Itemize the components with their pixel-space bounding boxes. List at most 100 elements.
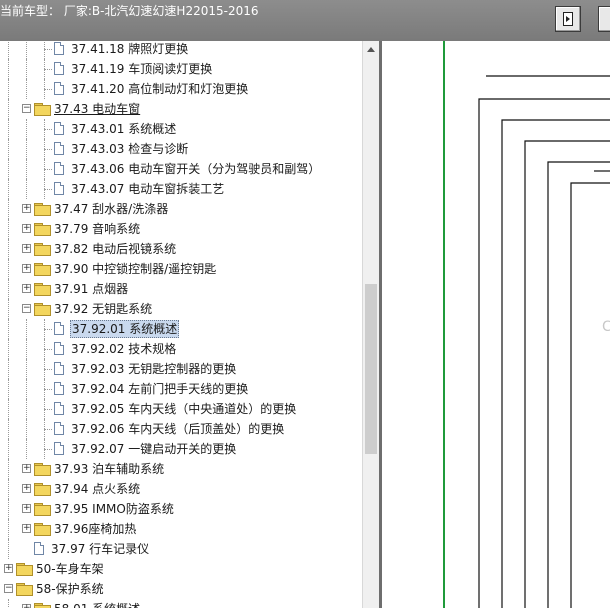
tree-row[interactable]: +37.82 电动后视镜系统 <box>0 239 362 259</box>
expand-icon[interactable]: + <box>4 564 13 573</box>
tree-row[interactable]: +50-车身车架 <box>0 559 362 579</box>
tree-item-label[interactable]: 37.82 电动后视镜系统 <box>53 241 177 257</box>
tree-row[interactable]: 37.92.01 系统概述 <box>0 319 362 339</box>
chapter-tree[interactable]: 37.41.18 牌照灯更换 37.41.19 车顶阅读灯更换 37.41.20 高… <box>0 41 362 608</box>
tree-item-label[interactable]: 37.43.01 系统概述 <box>70 121 177 137</box>
expand-icon[interactable]: + <box>22 484 31 493</box>
tree-row[interactable]: 37.97 行车记录仪 <box>0 539 362 559</box>
tree-guide-line <box>26 339 27 359</box>
tree-item-label[interactable]: 37.92.02 技术规格 <box>70 341 177 357</box>
collapse-icon[interactable]: − <box>22 304 31 313</box>
tree-row[interactable]: 37.41.18 牌照灯更换 <box>0 41 362 59</box>
expand-icon[interactable]: + <box>22 264 31 273</box>
tree-branch-line <box>44 189 52 190</box>
tree-item-label[interactable]: 37.92.04 左前门把手天线的更换 <box>70 381 249 397</box>
navigate-button[interactable] <box>555 6 581 32</box>
tree-row[interactable]: 37.43.07 电动车窗拆装工艺 <box>0 179 362 199</box>
tree-row[interactable]: 37.92.04 左前门把手天线的更换 <box>0 379 362 399</box>
tree-row[interactable]: +37.79 音响系统 <box>0 219 362 239</box>
tree-item-label[interactable]: 37.41.18 牌照灯更换 <box>70 41 189 57</box>
tree-item-label[interactable]: 37.92 无钥匙系统 <box>53 301 153 317</box>
tree-item-label[interactable]: 37.95 IMMO防盗系统 <box>53 501 175 517</box>
tree-item-label[interactable]: 37.96座椅加热 <box>53 521 137 537</box>
tree-item-label[interactable]: 37.43.06 电动车窗开关（分为驾驶员和副驾） <box>70 161 321 177</box>
tree-row[interactable]: 37.43.06 电动车窗开关（分为驾驶员和副驾） <box>0 159 362 179</box>
expand-icon[interactable]: + <box>22 464 31 473</box>
tree-row[interactable]: +37.96座椅加热 <box>0 519 362 539</box>
tree-row[interactable]: +37.90 中控锁控制器/遥控钥匙 <box>0 259 362 279</box>
tree-item-label[interactable]: 37.94 点火系统 <box>53 481 141 497</box>
tree-item-label[interactable]: 37.41.20 高位制动灯和灯泡更换 <box>70 81 249 97</box>
tree-item-label[interactable]: 37.97 行车记录仪 <box>50 541 150 557</box>
tree-item-label[interactable]: 37.92.01 系统概述 <box>70 320 180 338</box>
tree-row[interactable]: 37.41.20 高位制动灯和灯泡更换 <box>0 79 362 99</box>
tree-guide-line <box>26 399 27 419</box>
tree-row[interactable]: +37.91 点烟器 <box>0 279 362 299</box>
tree-item-label[interactable]: 37.92.03 无钥匙控制器的更换 <box>70 361 237 377</box>
tree-row[interactable]: 37.43.01 系统概述 <box>0 119 362 139</box>
tree-item-label[interactable]: 58.01 系统概述 <box>53 601 141 608</box>
tree-item-label[interactable]: 37.92.06 车内天线（后顶盖处）的更换 <box>70 421 285 437</box>
tree-item-label[interactable]: 37.91 点烟器 <box>53 281 129 297</box>
tree-item-label[interactable]: 37.90 中控锁控制器/遥控钥匙 <box>53 261 217 277</box>
tree-row[interactable]: 37.43.03 检查与诊断 <box>0 139 362 159</box>
diagram-text-fragment: C <box>602 319 610 335</box>
tree-guide-line <box>8 479 9 499</box>
tree-guide-line <box>8 439 9 459</box>
tree-row[interactable]: 37.92.05 车内天线（中央通道处）的更换 <box>0 399 362 419</box>
tree-item-label[interactable]: 37.47 刮水器/洗涤器 <box>53 201 169 217</box>
tree-branch-line <box>44 329 52 330</box>
document-icon <box>54 402 64 415</box>
tree-item-label[interactable]: 37.43 电动车窗 <box>53 101 141 117</box>
tree-row[interactable]: 37.92.06 车内天线（后顶盖处）的更换 <box>0 419 362 439</box>
tree-item-label[interactable]: 37.92.05 车内天线（中央通道处）的更换 <box>70 401 297 417</box>
tree-row[interactable]: +37.47 刮水器/洗涤器 <box>0 199 362 219</box>
tree-row[interactable]: +58.01 系统概述 <box>0 599 362 608</box>
tree-row[interactable]: 37.92.07 一键启动开关的更换 <box>0 439 362 459</box>
tree-guide-line <box>8 239 9 259</box>
folder-icon <box>34 283 51 296</box>
tree-row[interactable]: − 58-保护系统 <box>0 579 362 599</box>
tree-row[interactable]: − 37.92 无钥匙系统 <box>0 299 362 319</box>
tree-branch-line <box>44 89 52 90</box>
tree-guide-line <box>8 119 9 139</box>
diagram-frame-3 <box>524 140 610 608</box>
expand-icon[interactable]: + <box>22 204 31 213</box>
expand-icon[interactable]: + <box>22 224 31 233</box>
tree-row[interactable]: +37.94 点火系统 <box>0 479 362 499</box>
tree-item-label[interactable]: 37.43.03 检查与诊断 <box>70 141 189 157</box>
tree-guide-line <box>26 41 27 59</box>
document-icon <box>54 322 64 335</box>
expand-icon[interactable]: + <box>22 524 31 533</box>
tree-guide-line <box>26 79 27 99</box>
tree-scrollbar[interactable] <box>362 41 379 608</box>
tree-row[interactable]: +37.95 IMMO防盗系统 <box>0 499 362 519</box>
tree-item-label[interactable]: 37.92.07 一键启动开关的更换 <box>70 441 237 457</box>
tree-branch-line <box>44 349 52 350</box>
tree-guide-line <box>26 379 27 399</box>
expand-icon[interactable]: + <box>22 604 31 608</box>
tree-item-label[interactable]: 50-车身车架 <box>35 561 105 577</box>
tree-item-label[interactable]: 37.41.19 车顶阅读灯更换 <box>70 61 213 77</box>
expand-icon[interactable]: + <box>22 244 31 253</box>
tree-branch-line <box>44 369 52 370</box>
tree-row[interactable]: 37.92.02 技术规格 <box>0 339 362 359</box>
tree-item-label[interactable]: 58-保护系统 <box>35 581 105 597</box>
tree-row[interactable]: − 37.43 电动车窗 <box>0 99 362 119</box>
window-edge-button[interactable] <box>598 6 610 32</box>
tree-row[interactable]: +37.93 泊车辅助系统 <box>0 459 362 479</box>
collapse-icon[interactable]: − <box>22 104 31 113</box>
tree-item-label[interactable]: 37.43.07 电动车窗拆装工艺 <box>70 181 225 197</box>
diagram-viewer[interactable]: C <box>382 41 610 608</box>
expand-icon[interactable]: + <box>22 504 31 513</box>
scrollbar-thumb[interactable] <box>365 284 377 454</box>
expand-icon[interactable]: + <box>22 284 31 293</box>
tree-guide-line <box>26 179 27 199</box>
tree-row[interactable]: 37.92.03 无钥匙控制器的更换 <box>0 359 362 379</box>
tree-item-label[interactable]: 37.79 音响系统 <box>53 221 141 237</box>
tree-row[interactable]: 37.41.19 车顶阅读灯更换 <box>0 59 362 79</box>
scroll-up-arrow-icon[interactable] <box>367 47 375 52</box>
document-icon <box>54 122 64 135</box>
collapse-icon[interactable]: − <box>4 584 13 593</box>
tree-item-label[interactable]: 37.93 泊车辅助系统 <box>53 461 165 477</box>
